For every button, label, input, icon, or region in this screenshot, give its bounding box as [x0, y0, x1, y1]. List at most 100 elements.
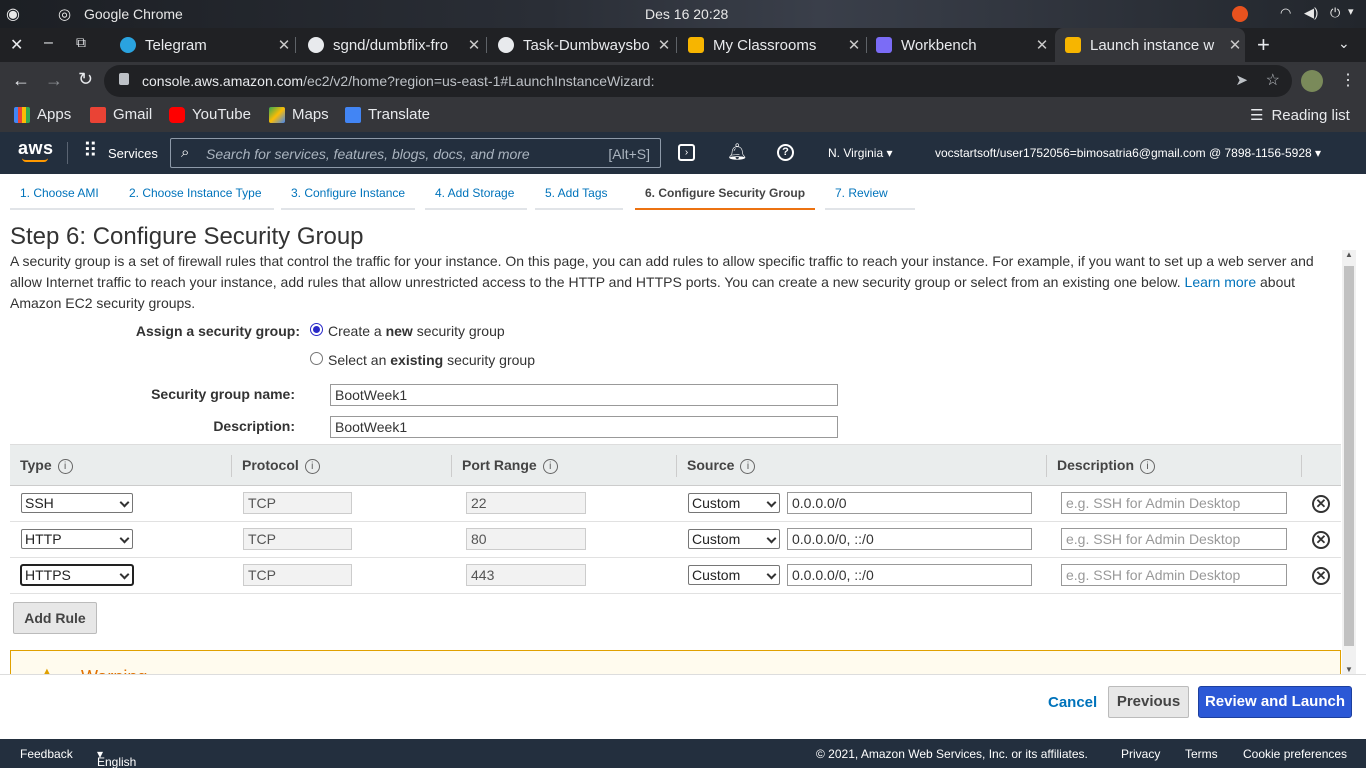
cancel-button[interactable]: Cancel [1048, 694, 1097, 711]
bookmark-gmail[interactable]: Gmail [90, 106, 152, 123]
scrollbar-thumb[interactable] [1344, 266, 1354, 646]
delete-rule-icon[interactable]: ✕ [1312, 495, 1330, 513]
tab-telegram[interactable]: Telegram ✕ [110, 28, 294, 62]
lock-icon[interactable] [119, 73, 129, 85]
info-icon[interactable]: i [542, 459, 558, 474]
notifications-bell-icon[interactable]: 🔔︎ [727, 142, 747, 162]
services-grid-icon[interactable]: ⠿ [83, 141, 98, 161]
help-icon[interactable]: ? [777, 144, 794, 161]
tray-app-icon[interactable] [1232, 6, 1248, 22]
tab-close-icon[interactable]: ✕ [654, 36, 674, 54]
region-selector[interactable]: N. Virginia ▾ [828, 146, 893, 160]
source-cidr-input[interactable]: 0.0.0.0/0, ::/0 [787, 528, 1032, 550]
protocol-field: TCP [243, 564, 352, 586]
rule-description-input[interactable]: e.g. SSH for Admin Desktop [1061, 528, 1287, 550]
tab-launch-instance[interactable]: Launch instance w ✕ [1055, 28, 1245, 62]
tab-close-icon[interactable]: ✕ [844, 36, 864, 54]
new-tab-plus-icon[interactable]: + [1257, 32, 1270, 58]
type-select[interactable]: HTTP [21, 529, 133, 549]
delete-rule-icon[interactable]: ✕ [1312, 531, 1330, 549]
services-menu[interactable]: Services [108, 146, 158, 161]
add-rule-button[interactable]: Add Rule [13, 602, 97, 634]
tab-close-icon[interactable]: ✕ [1225, 36, 1245, 54]
wizard-step-configure-instance[interactable]: 3. Configure Instance [281, 186, 415, 210]
aws-logo[interactable]: aws [18, 138, 54, 159]
tab-workbench[interactable]: Workbench ✕ [866, 28, 1052, 62]
reload-icon[interactable]: ↻ [78, 69, 93, 90]
power-icon[interactable]: ⏻ [1330, 5, 1340, 21]
tab-github-task[interactable]: Task-Dumbwaysbo ✕ [488, 28, 674, 62]
back-arrow-icon[interactable]: ← [12, 70, 30, 91]
chrome-menu-icon[interactable]: ⋮ [1340, 70, 1356, 90]
rule-description-input[interactable]: e.g. SSH for Admin Desktop [1061, 564, 1287, 586]
tab-close-icon[interactable]: ✕ [274, 36, 294, 54]
wifi-icon[interactable]: ◠ [1280, 5, 1291, 21]
privacy-link[interactable]: Privacy [1121, 747, 1160, 761]
wizard-step-configure-security-group[interactable]: 6. Configure Security Group [635, 186, 815, 210]
port-range-field: 443 [466, 564, 586, 586]
rule-description-input[interactable]: e.g. SSH for Admin Desktop [1061, 492, 1287, 514]
source-cidr-input[interactable]: 0.0.0.0/0 [787, 492, 1032, 514]
aws-search-box[interactable]: ⌕ Search for services, features, blogs, … [170, 138, 661, 168]
system-menu-chevron-icon[interactable]: ▾ [1348, 5, 1354, 18]
radio-select-existing[interactable] [310, 352, 323, 365]
wizard-step-choose-instance-type[interactable]: 2. Choose Instance Type [119, 186, 274, 210]
radio-select-existing-label[interactable]: Select an existing security group [328, 352, 535, 368]
source-mode-select[interactable]: Custom [688, 493, 780, 513]
info-icon[interactable]: i [57, 459, 73, 474]
url-domain: console.aws.amazon.com [142, 73, 304, 89]
wizard-step-add-storage[interactable]: 4. Add Storage [425, 186, 527, 210]
volume-icon[interactable]: ◀) [1304, 5, 1318, 21]
bookmark-apps[interactable]: Apps [14, 106, 71, 123]
tab-close-icon[interactable]: ✕ [464, 36, 484, 54]
radio-create-new-label[interactable]: Create a new security group [328, 323, 505, 339]
sg-description-input[interactable]: BootWeek1 [330, 416, 838, 438]
wizard-step-review[interactable]: 7. Review [825, 186, 915, 210]
wizard-step-add-tags[interactable]: 5. Add Tags [535, 186, 623, 210]
tab-search-chevron-icon[interactable]: ⌄ [1338, 35, 1350, 52]
info-icon[interactable]: i [304, 459, 320, 474]
type-select[interactable]: HTTPS [20, 564, 134, 586]
info-icon[interactable]: i [1140, 459, 1156, 474]
source-mode-select[interactable]: Custom [688, 529, 780, 549]
send-tab-icon[interactable]: ➤ [1235, 71, 1248, 89]
forward-arrow-icon[interactable]: → [45, 70, 63, 91]
page-scrollbar[interactable]: ▲ ▼ [1342, 250, 1356, 674]
type-select[interactable]: SSH [21, 493, 133, 513]
radio-create-new[interactable] [310, 323, 323, 336]
feedback-link[interactable]: Feedback [20, 747, 73, 761]
tab-my-classrooms[interactable]: My Classrooms ✕ [678, 28, 864, 62]
wizard-step-choose-ami[interactable]: 1. Choose AMI [10, 186, 119, 210]
account-menu[interactable]: vocstartsoft/user1752056=bimosatria6@gma… [935, 146, 1321, 160]
sg-name-input[interactable]: BootWeek1 [330, 384, 838, 406]
reading-list-icon: ☰ [1250, 107, 1264, 124]
learn-more-link[interactable]: Learn more [1185, 274, 1257, 290]
window-close-icon[interactable]: ✕ [10, 35, 23, 55]
window-restore-icon[interactable]: ⧉ [76, 34, 86, 51]
source-mode-select[interactable]: Custom [688, 565, 780, 585]
profile-avatar[interactable] [1301, 70, 1323, 92]
cloudshell-icon[interactable]: › [678, 144, 695, 161]
terms-link[interactable]: Terms [1185, 747, 1218, 761]
os-clock[interactable]: Des 16 20:28 [645, 6, 728, 22]
address-bar[interactable]: console.aws.amazon.com/ec2/v2/home?regio… [104, 65, 1292, 97]
aws-console-nav: aws ⠿ Services ⌕ Search for services, fe… [0, 132, 1366, 174]
tab-github-dumbflix[interactable]: sgnd/dumbflix-fro ✕ [298, 28, 484, 62]
bookmark-star-icon[interactable]: ☆ [1266, 70, 1280, 90]
reading-list[interactable]: ☰ Reading list [1250, 106, 1350, 125]
window-minimize-icon[interactable]: – [44, 34, 53, 52]
os-top-bar: ◉ ◎ Google Chrome Des 16 20:28 ◠ ◀) ⏻ ▾ [0, 0, 1366, 28]
bookmark-translate[interactable]: Translate [345, 106, 430, 123]
activities-icon[interactable]: ◉ [6, 4, 20, 24]
table-row: HTTP TCP 80 Custom 0.0.0.0/0, ::/0 e.g. … [10, 522, 1341, 558]
info-icon[interactable]: i [740, 459, 756, 474]
source-cidr-input[interactable]: 0.0.0.0/0, ::/0 [787, 564, 1032, 586]
bookmark-youtube[interactable]: YouTube [169, 106, 251, 123]
review-and-launch-button[interactable]: Review and Launch [1198, 686, 1352, 718]
delete-rule-icon[interactable]: ✕ [1312, 567, 1330, 585]
tab-close-icon[interactable]: ✕ [1032, 36, 1052, 54]
bookmark-maps[interactable]: Maps [269, 106, 329, 123]
cookie-preferences-link[interactable]: Cookie preferences [1243, 747, 1347, 761]
previous-button[interactable]: Previous [1108, 686, 1189, 718]
language-selector[interactable]: English (US) ▾ [97, 747, 136, 783]
